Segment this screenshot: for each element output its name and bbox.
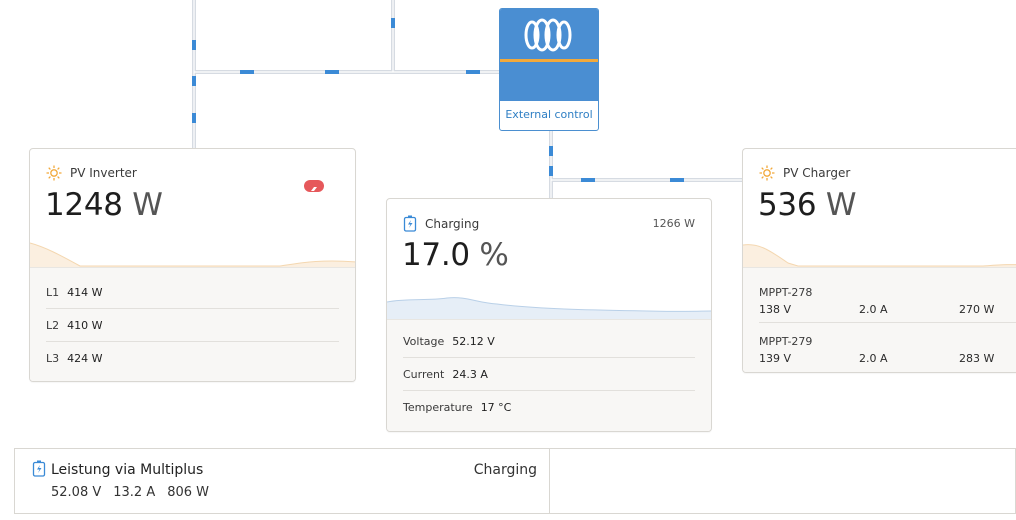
battery-soc-unit: % <box>479 237 509 273</box>
flow-dot <box>192 76 196 86</box>
battery-row-label: Current <box>403 367 445 381</box>
pv-charger-graph <box>743 244 1016 269</box>
pv-inverter-power: 1248 W <box>45 187 163 223</box>
multiplus-values: 52.08 V 13.2 A 806 W <box>51 485 209 500</box>
bar-divider <box>549 449 550 513</box>
multiplus-title: Leistung via Multiplus <box>51 462 204 478</box>
mppt-tracker: MPPT-279 139 V 2.0 A 283 W <box>759 331 1016 371</box>
battery-row-value: 24.3 A <box>452 367 488 381</box>
pv-inverter-power-value: 1248 <box>45 187 123 223</box>
mppt-name: MPPT-279 <box>759 335 813 348</box>
mppt-voltage: 138 V <box>759 303 792 316</box>
battery-row-label: Voltage <box>403 334 445 348</box>
pv-charger-details: MPPT-278 138 V 2.0 A 270 W MPPT-279 139 … <box>743 267 1016 372</box>
battery-header: Charging <box>403 215 479 232</box>
pv-inverter-card[interactable]: PV Inverter 1248 W L1 414 W L2 410 W L3 … <box>29 148 356 382</box>
multiplus-voltage: 52.08 V <box>51 485 102 500</box>
pv-inverter-details: L1 414 W L2 410 W L3 424 W <box>30 267 355 381</box>
pv-inverter-graph <box>30 242 355 269</box>
battery-row-temperature: Temperature 17 °C <box>403 391 695 423</box>
multiplus-current: 13.2 A <box>113 485 156 500</box>
battery-row-value: 17 °C <box>480 400 512 414</box>
pv-inverter-title: PV Inverter <box>70 166 137 180</box>
battery-soc-value: 17.0 <box>402 237 470 273</box>
mppt-tracker: MPPT-278 138 V 2.0 A 270 W <box>759 282 1016 323</box>
phase-row-l2: L2 410 W <box>46 309 339 342</box>
multiplus-bar[interactable]: Leistung via Multiplus Charging 52.08 V … <box>14 448 1016 514</box>
battery-details: Voltage 52.12 V Current 24.3 A Temperatu… <box>387 319 711 431</box>
flow-dot <box>325 70 339 74</box>
sun-icon <box>46 165 62 181</box>
phase-row-l3: L3 424 W <box>46 342 339 374</box>
pv-charger-title: PV Charger <box>783 166 851 180</box>
battery-icon <box>32 460 46 477</box>
battery-title: Charging <box>425 216 480 231</box>
mppt-current: 2.0 A <box>859 352 888 365</box>
flow-dot <box>549 166 553 176</box>
mppt-name: MPPT-278 <box>759 286 813 299</box>
alarm-badge-icon[interactable] <box>304 180 324 192</box>
mppt-current: 2.0 A <box>859 303 888 316</box>
external-control-card[interactable]: External control <box>499 8 599 131</box>
pv-inverter-header: PV Inverter <box>46 165 137 181</box>
phase-value: 414 W <box>67 285 103 299</box>
sun-icon <box>759 165 775 181</box>
phase-label: L1 <box>46 285 60 299</box>
mppt-voltage: 139 V <box>759 352 792 365</box>
pv-charger-power-unit: W <box>825 187 857 223</box>
battery-power: 1266 W <box>652 217 695 230</box>
multiplus-power: 806 W <box>167 485 210 500</box>
flow-dot <box>549 146 553 156</box>
flow-dot <box>670 178 684 182</box>
pv-inverter-power-unit: W <box>132 187 163 223</box>
flow-dot <box>240 70 254 74</box>
flow-dot <box>466 70 480 74</box>
pv-charger-power: 536 W <box>758 187 857 223</box>
flow-dot <box>581 178 595 182</box>
flow-dot <box>192 40 196 50</box>
battery-card[interactable]: Charging 1266 W 17.0 % Voltage 52.12 V C… <box>386 198 712 432</box>
phase-label: L2 <box>46 318 60 332</box>
flow-dot <box>192 113 196 123</box>
phase-value: 410 W <box>67 318 103 332</box>
battery-icon <box>403 215 417 232</box>
phase-label: L3 <box>46 351 60 365</box>
battery-row-value: 52.12 V <box>452 334 495 348</box>
phase-value: 424 W <box>67 351 103 365</box>
multiplus-state: Charging <box>473 462 537 478</box>
external-control-label: External control <box>505 108 593 121</box>
battery-graph <box>387 297 711 321</box>
external-control-header <box>500 9 598 101</box>
mppt-power: 283 W <box>959 352 995 365</box>
mppt-power: 270 W <box>959 303 995 316</box>
battery-soc: 17.0 % <box>402 237 509 273</box>
phase-row-l1: L1 414 W <box>46 276 339 309</box>
flow-dot <box>391 18 395 28</box>
pv-charger-header: PV Charger <box>759 165 850 181</box>
victron-logo-icon <box>524 18 572 52</box>
external-control-stripe <box>500 59 598 62</box>
battery-row-voltage: Voltage 52.12 V <box>403 325 695 358</box>
battery-row-current: Current 24.3 A <box>403 358 695 391</box>
pv-charger-card[interactable]: PV Charger 536 W MPPT-278 138 V 2.0 A 27… <box>742 148 1016 373</box>
pv-charger-power-value: 536 <box>758 187 817 223</box>
battery-row-label: Temperature <box>403 400 473 414</box>
